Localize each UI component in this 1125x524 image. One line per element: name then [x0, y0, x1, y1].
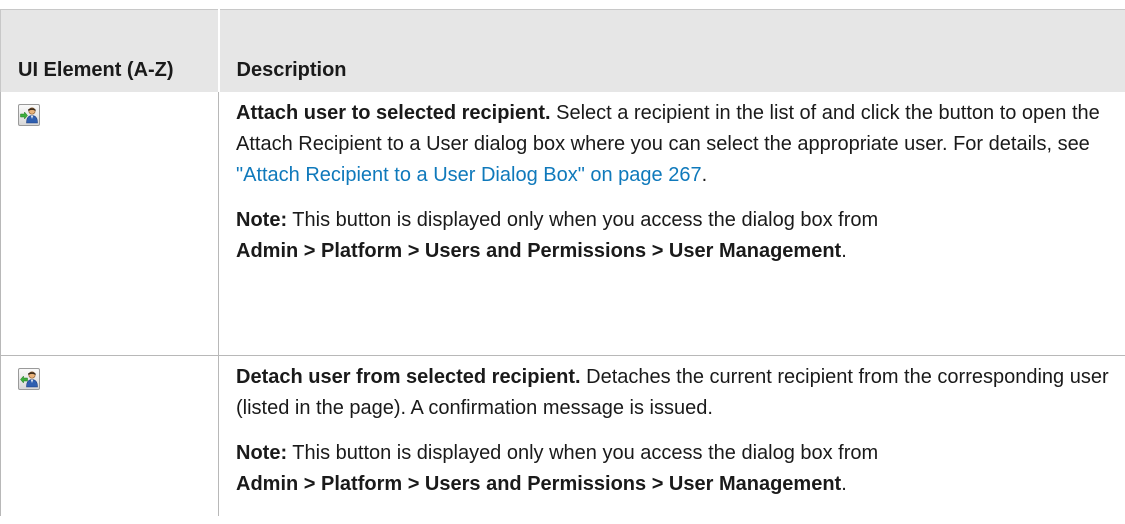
note-end: . [841, 239, 847, 262]
ui-element-table: UI Element (A-Z) Description Attach user… [0, 9, 1125, 516]
note-text: This button is displayed only when you a… [287, 208, 879, 231]
note-label: Note: [236, 442, 288, 464]
row-title: Attach user to selected recipient. [236, 101, 551, 124]
row-note: Note: This button is displayed only when… [236, 205, 1116, 267]
icon-cell [0, 355, 219, 516]
icon-cell [0, 91, 219, 356]
table-row: Detach user from selected recipient. Det… [0, 355, 1125, 516]
attach-recipient-dialog-link[interactable]: "Attach Recipient to a User Dialog Box" … [236, 164, 702, 186]
note-text: This button is displayed only when you a… [287, 442, 879, 464]
page: UI Element (A-Z) Description Attach user… [0, 0, 1125, 524]
row-title: Detach user from selected recipient. [236, 366, 581, 388]
header-description: Description [218, 9, 1125, 92]
note-path: Admin > Platform > Users and Permissions… [236, 473, 842, 495]
description-cell: Attach user to selected recipient. Selec… [218, 91, 1125, 356]
row-note: Note: This button is displayed only when… [236, 438, 1116, 500]
header-ui-element: UI Element (A-Z) [0, 9, 220, 92]
note-end: . [841, 473, 847, 495]
table-header-row: UI Element (A-Z) Description [0, 9, 1125, 92]
attach-user-icon [18, 103, 40, 126]
row-description: Detach user from selected recipient. Det… [236, 362, 1116, 424]
note-label: Note: [236, 208, 288, 231]
row-text-end: . [701, 163, 708, 186]
row-description: Attach user to selected recipient. Selec… [236, 98, 1116, 191]
description-cell: Detach user from selected recipient. Det… [219, 356, 1125, 516]
table-row: Attach user to selected recipient. Selec… [0, 91, 1125, 356]
note-path: Admin > Platform > Users and Permissions… [236, 239, 842, 262]
detach-user-icon [18, 368, 40, 390]
